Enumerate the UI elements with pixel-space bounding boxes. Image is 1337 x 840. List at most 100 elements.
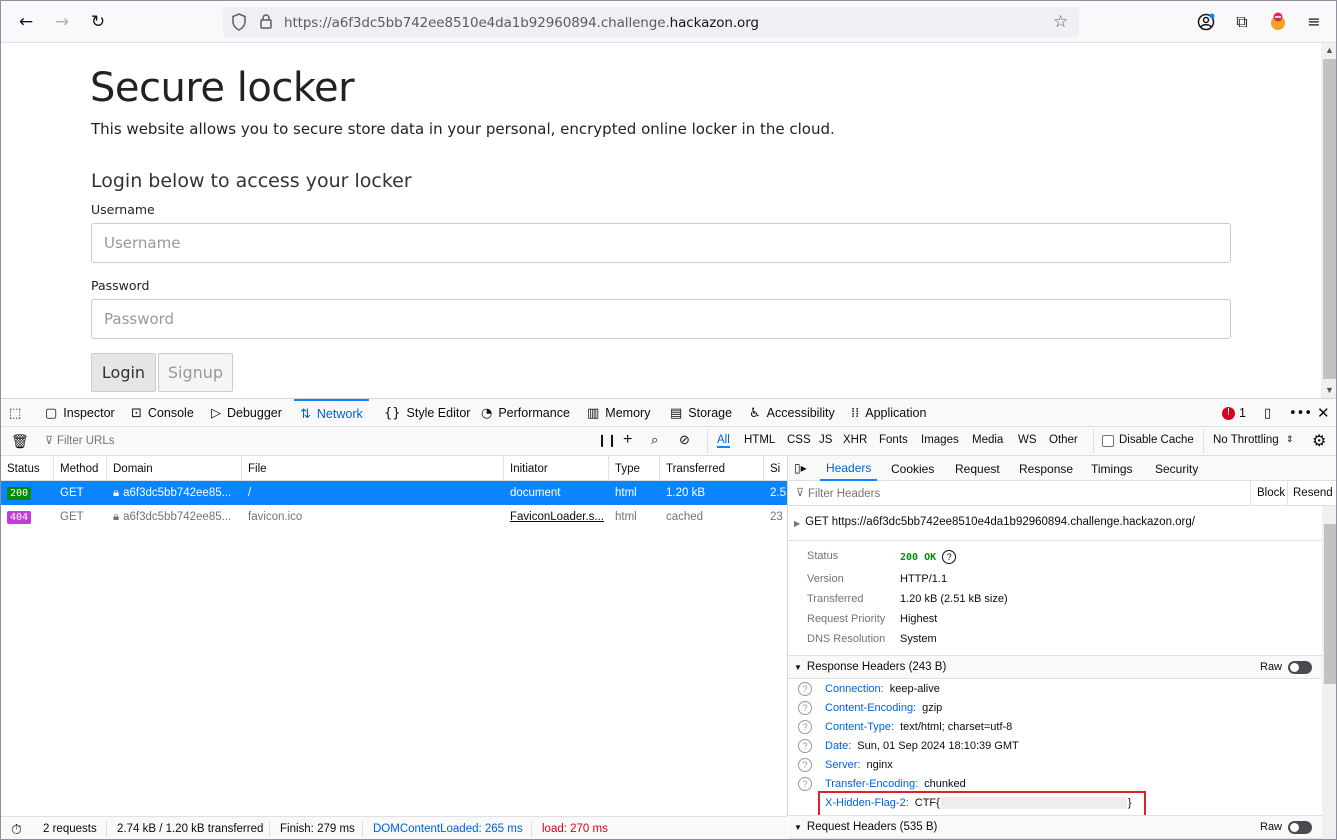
tab-memory[interactable]: ▥ Memory bbox=[587, 399, 650, 427]
page-scrollbar-thumb[interactable] bbox=[1323, 59, 1336, 379]
header-row[interactable]: ? Connection: keep-alive bbox=[798, 680, 940, 698]
filter-css[interactable]: CSS bbox=[787, 434, 811, 446]
pause-icon[interactable]: ❙❙ bbox=[597, 433, 617, 447]
close-devtools-button[interactable]: ✕ bbox=[1317, 399, 1330, 427]
filter-xhr[interactable]: XHR bbox=[843, 434, 867, 446]
filter-ws[interactable]: WS bbox=[1018, 434, 1037, 446]
account-button[interactable] bbox=[1191, 7, 1221, 37]
header-row[interactable]: ? Date: Sun, 01 Sep 2024 18:10:39 GMT bbox=[798, 737, 1019, 755]
help-icon[interactable]: ? bbox=[798, 720, 812, 734]
trash-icon[interactable]: 🗑 bbox=[11, 433, 29, 450]
tab-security[interactable]: Security bbox=[1155, 456, 1198, 481]
table-row[interactable]: 200 GET 🔒︎ a6f3dc5bb742ee85... / document… bbox=[1, 481, 787, 505]
filter-fonts[interactable]: Fonts bbox=[879, 434, 908, 446]
col-status[interactable]: Status bbox=[1, 456, 54, 481]
help-icon[interactable]: ? bbox=[798, 739, 812, 753]
login-button[interactable]: Login bbox=[91, 353, 156, 392]
tab-accessibility[interactable]: ♿ Accessibility bbox=[749, 399, 835, 427]
tab-timings[interactable]: Timings bbox=[1091, 456, 1133, 481]
header-row[interactable]: ? Content-Encoding: gzip bbox=[798, 699, 942, 717]
reload-button[interactable]: ↻ bbox=[83, 7, 113, 37]
block-button[interactable]: Block bbox=[1257, 487, 1285, 499]
filter-headers-input[interactable] bbox=[808, 485, 1228, 502]
domain-cell: 🔒︎ a6f3dc5bb742ee85... bbox=[107, 505, 242, 529]
response-headers-section[interactable]: ▼ Response Headers (243 B) Raw bbox=[788, 655, 1322, 679]
devtools-menu-button[interactable]: ••• bbox=[1289, 399, 1312, 427]
gear-icon[interactable]: ⚙ bbox=[1312, 431, 1326, 451]
toggle-sidebar-icon[interactable]: ▯▸ bbox=[794, 461, 807, 475]
header-row[interactable]: ? Content-Type: text/html; charset=utf-8 bbox=[798, 718, 1012, 736]
lock-icon[interactable] bbox=[259, 13, 273, 33]
details-scrollbar[interactable] bbox=[1322, 506, 1336, 839]
help-icon[interactable]: ? bbox=[942, 550, 957, 564]
header-row-hidden-flag[interactable]: X-Hidden-Flag-2: CTF{ } bbox=[825, 794, 1132, 812]
table-row[interactable]: 404 GET 🔒︎ a6f3dc5bb742ee85... favicon.ic… bbox=[1, 505, 787, 529]
extensions-button[interactable]: ⧉ bbox=[1227, 7, 1257, 37]
col-transferred[interactable]: Transferred bbox=[660, 456, 764, 481]
scroll-up-icon[interactable]: ▲ bbox=[1325, 45, 1334, 55]
filter-media[interactable]: Media bbox=[972, 434, 1003, 446]
dock-button[interactable]: ▯ bbox=[1264, 399, 1271, 427]
url-bar[interactable]: https://a6f3dc5bb742ee8510e4da1b92960894… bbox=[223, 7, 1079, 37]
back-button[interactable]: ← bbox=[11, 7, 41, 37]
help-icon[interactable]: ? bbox=[798, 682, 812, 696]
filter-all[interactable]: All bbox=[717, 434, 730, 448]
header-key: X-Hidden-Flag-2: bbox=[825, 797, 909, 809]
tab-storage[interactable]: ▤ Storage bbox=[670, 399, 732, 427]
url-text[interactable]: https://a6f3dc5bb742ee8510e4da1b92960894… bbox=[284, 15, 759, 31]
initiator-link[interactable]: FaviconLoader.s... bbox=[504, 505, 609, 529]
col-method[interactable]: Method bbox=[54, 456, 107, 481]
menu-button[interactable]: ≡ bbox=[1299, 7, 1329, 37]
details-scrollbar-thumb[interactable] bbox=[1324, 524, 1336, 684]
tab-style-editor[interactable]: {} Style Editor bbox=[384, 399, 470, 427]
tab-inspector[interactable]: ▢ Inspector bbox=[45, 399, 115, 427]
resend-button[interactable]: Resend bbox=[1293, 487, 1333, 499]
tab-application[interactable]: ⁞⁞ Application bbox=[851, 399, 926, 427]
tab-console[interactable]: ⊡ Console bbox=[131, 399, 194, 427]
pick-element-icon: ⬚ bbox=[9, 405, 22, 421]
header-row[interactable]: ? Server: nginx bbox=[798, 756, 893, 774]
tab-headers[interactable]: Headers bbox=[820, 456, 878, 481]
request-line[interactable]: ▶ GET https://a6f3dc5bb742ee8510e4da1b92… bbox=[794, 516, 1195, 528]
help-icon[interactable]: ? bbox=[798, 701, 812, 715]
forward-button[interactable]: → bbox=[47, 7, 77, 37]
raw-toggle[interactable] bbox=[1288, 661, 1312, 674]
tab-network[interactable]: ⇅ Network bbox=[294, 399, 369, 427]
tab-request[interactable]: Request bbox=[955, 456, 1000, 481]
bookmark-star-icon[interactable]: ☆ bbox=[1053, 12, 1068, 32]
stopwatch-icon[interactable]: ⏱ bbox=[11, 821, 22, 838]
disable-cache-label[interactable]: Disable Cache bbox=[1119, 434, 1194, 446]
tab-debugger[interactable]: ▷ Debugger bbox=[211, 399, 282, 427]
filter-js[interactable]: JS bbox=[819, 434, 832, 446]
scroll-down-icon[interactable]: ▼ bbox=[1325, 385, 1334, 395]
pick-element-button[interactable]: ⬚ bbox=[9, 399, 21, 427]
error-count-badge[interactable]: ! 1 bbox=[1222, 399, 1246, 427]
col-initiator[interactable]: Initiator bbox=[504, 456, 609, 481]
tab-response[interactable]: Response bbox=[1019, 456, 1073, 481]
extension-addon-button[interactable] bbox=[1263, 7, 1293, 37]
col-type[interactable]: Type bbox=[609, 456, 660, 481]
request-headers-section[interactable]: ▼ Request Headers (535 B) Raw bbox=[788, 815, 1322, 839]
help-icon[interactable]: ? bbox=[798, 758, 812, 772]
raw-toggle[interactable] bbox=[1288, 821, 1312, 834]
signup-button[interactable]: Signup bbox=[158, 353, 233, 392]
throttling-select[interactable]: No Throttling bbox=[1213, 434, 1279, 446]
password-input[interactable] bbox=[91, 299, 1231, 339]
disable-cache-checkbox[interactable] bbox=[1102, 435, 1114, 447]
tab-performance[interactable]: ◔ Performance bbox=[481, 399, 570, 427]
col-domain[interactable]: Domain bbox=[107, 456, 242, 481]
filter-other[interactable]: Other bbox=[1049, 434, 1078, 446]
add-icon[interactable]: + bbox=[623, 431, 632, 449]
help-icon[interactable]: ? bbox=[798, 777, 812, 791]
col-size[interactable]: Si bbox=[764, 456, 787, 481]
filter-urls-input[interactable] bbox=[57, 432, 577, 450]
col-file[interactable]: File bbox=[242, 456, 504, 481]
username-input[interactable] bbox=[91, 223, 1231, 263]
tab-cookies[interactable]: Cookies bbox=[891, 456, 934, 481]
block-icon[interactable]: ⊘ bbox=[679, 432, 690, 448]
shield-icon[interactable] bbox=[231, 13, 247, 34]
search-icon[interactable]: ⌕ bbox=[651, 432, 658, 448]
filter-html[interactable]: HTML bbox=[744, 434, 775, 446]
filter-images[interactable]: Images bbox=[921, 434, 959, 446]
chevron-updown-icon[interactable]: ⇕ bbox=[1286, 434, 1294, 445]
